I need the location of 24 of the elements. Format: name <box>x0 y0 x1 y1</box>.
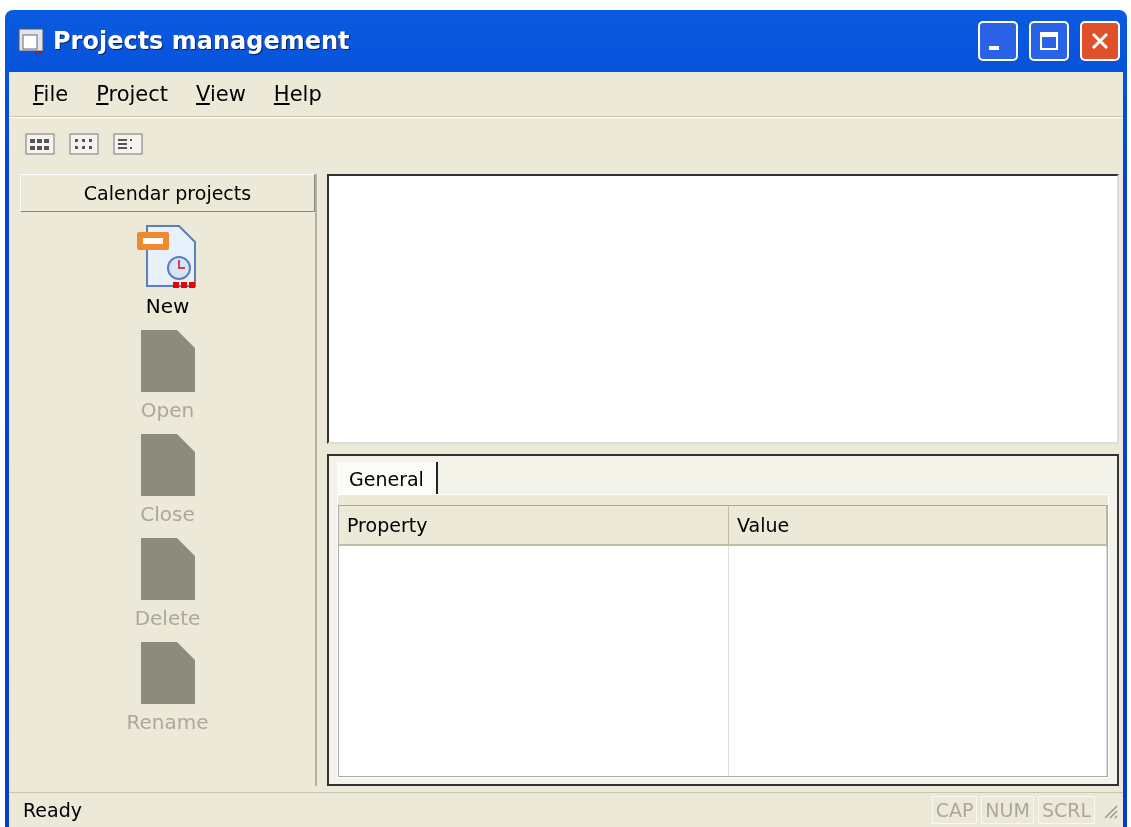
grid-view-icon <box>69 133 99 155</box>
column-header[interactable]: Value <box>729 506 1107 546</box>
tab[interactable]: General <box>337 462 438 494</box>
sidebar-header: Calendar projects <box>20 174 315 212</box>
maximize-icon <box>1038 30 1060 52</box>
menu-item[interactable]: Project <box>86 80 178 108</box>
close-icon <box>1089 30 1111 52</box>
status-text: Ready <box>23 799 83 821</box>
sidebar-item[interactable]: New <box>130 220 205 320</box>
status-indicator: SCRL <box>1037 796 1095 824</box>
status-indicator: CAP <box>931 796 978 824</box>
status-indicator: NUM <box>981 796 1034 824</box>
menu-item[interactable]: Help <box>263 80 332 108</box>
app-icon <box>17 27 45 55</box>
maximize-button[interactable] <box>1029 21 1069 61</box>
menu-item[interactable]: File <box>23 80 79 108</box>
menu-item[interactable]: View <box>186 80 256 108</box>
column-header[interactable]: Property <box>339 506 729 546</box>
grid-view-icon <box>113 133 143 155</box>
window-title: Projects management <box>53 27 351 55</box>
minimize-button[interactable] <box>978 21 1018 61</box>
grid-view-icon <box>25 133 55 155</box>
minimize-icon <box>989 46 999 50</box>
close-button[interactable] <box>1080 21 1120 61</box>
